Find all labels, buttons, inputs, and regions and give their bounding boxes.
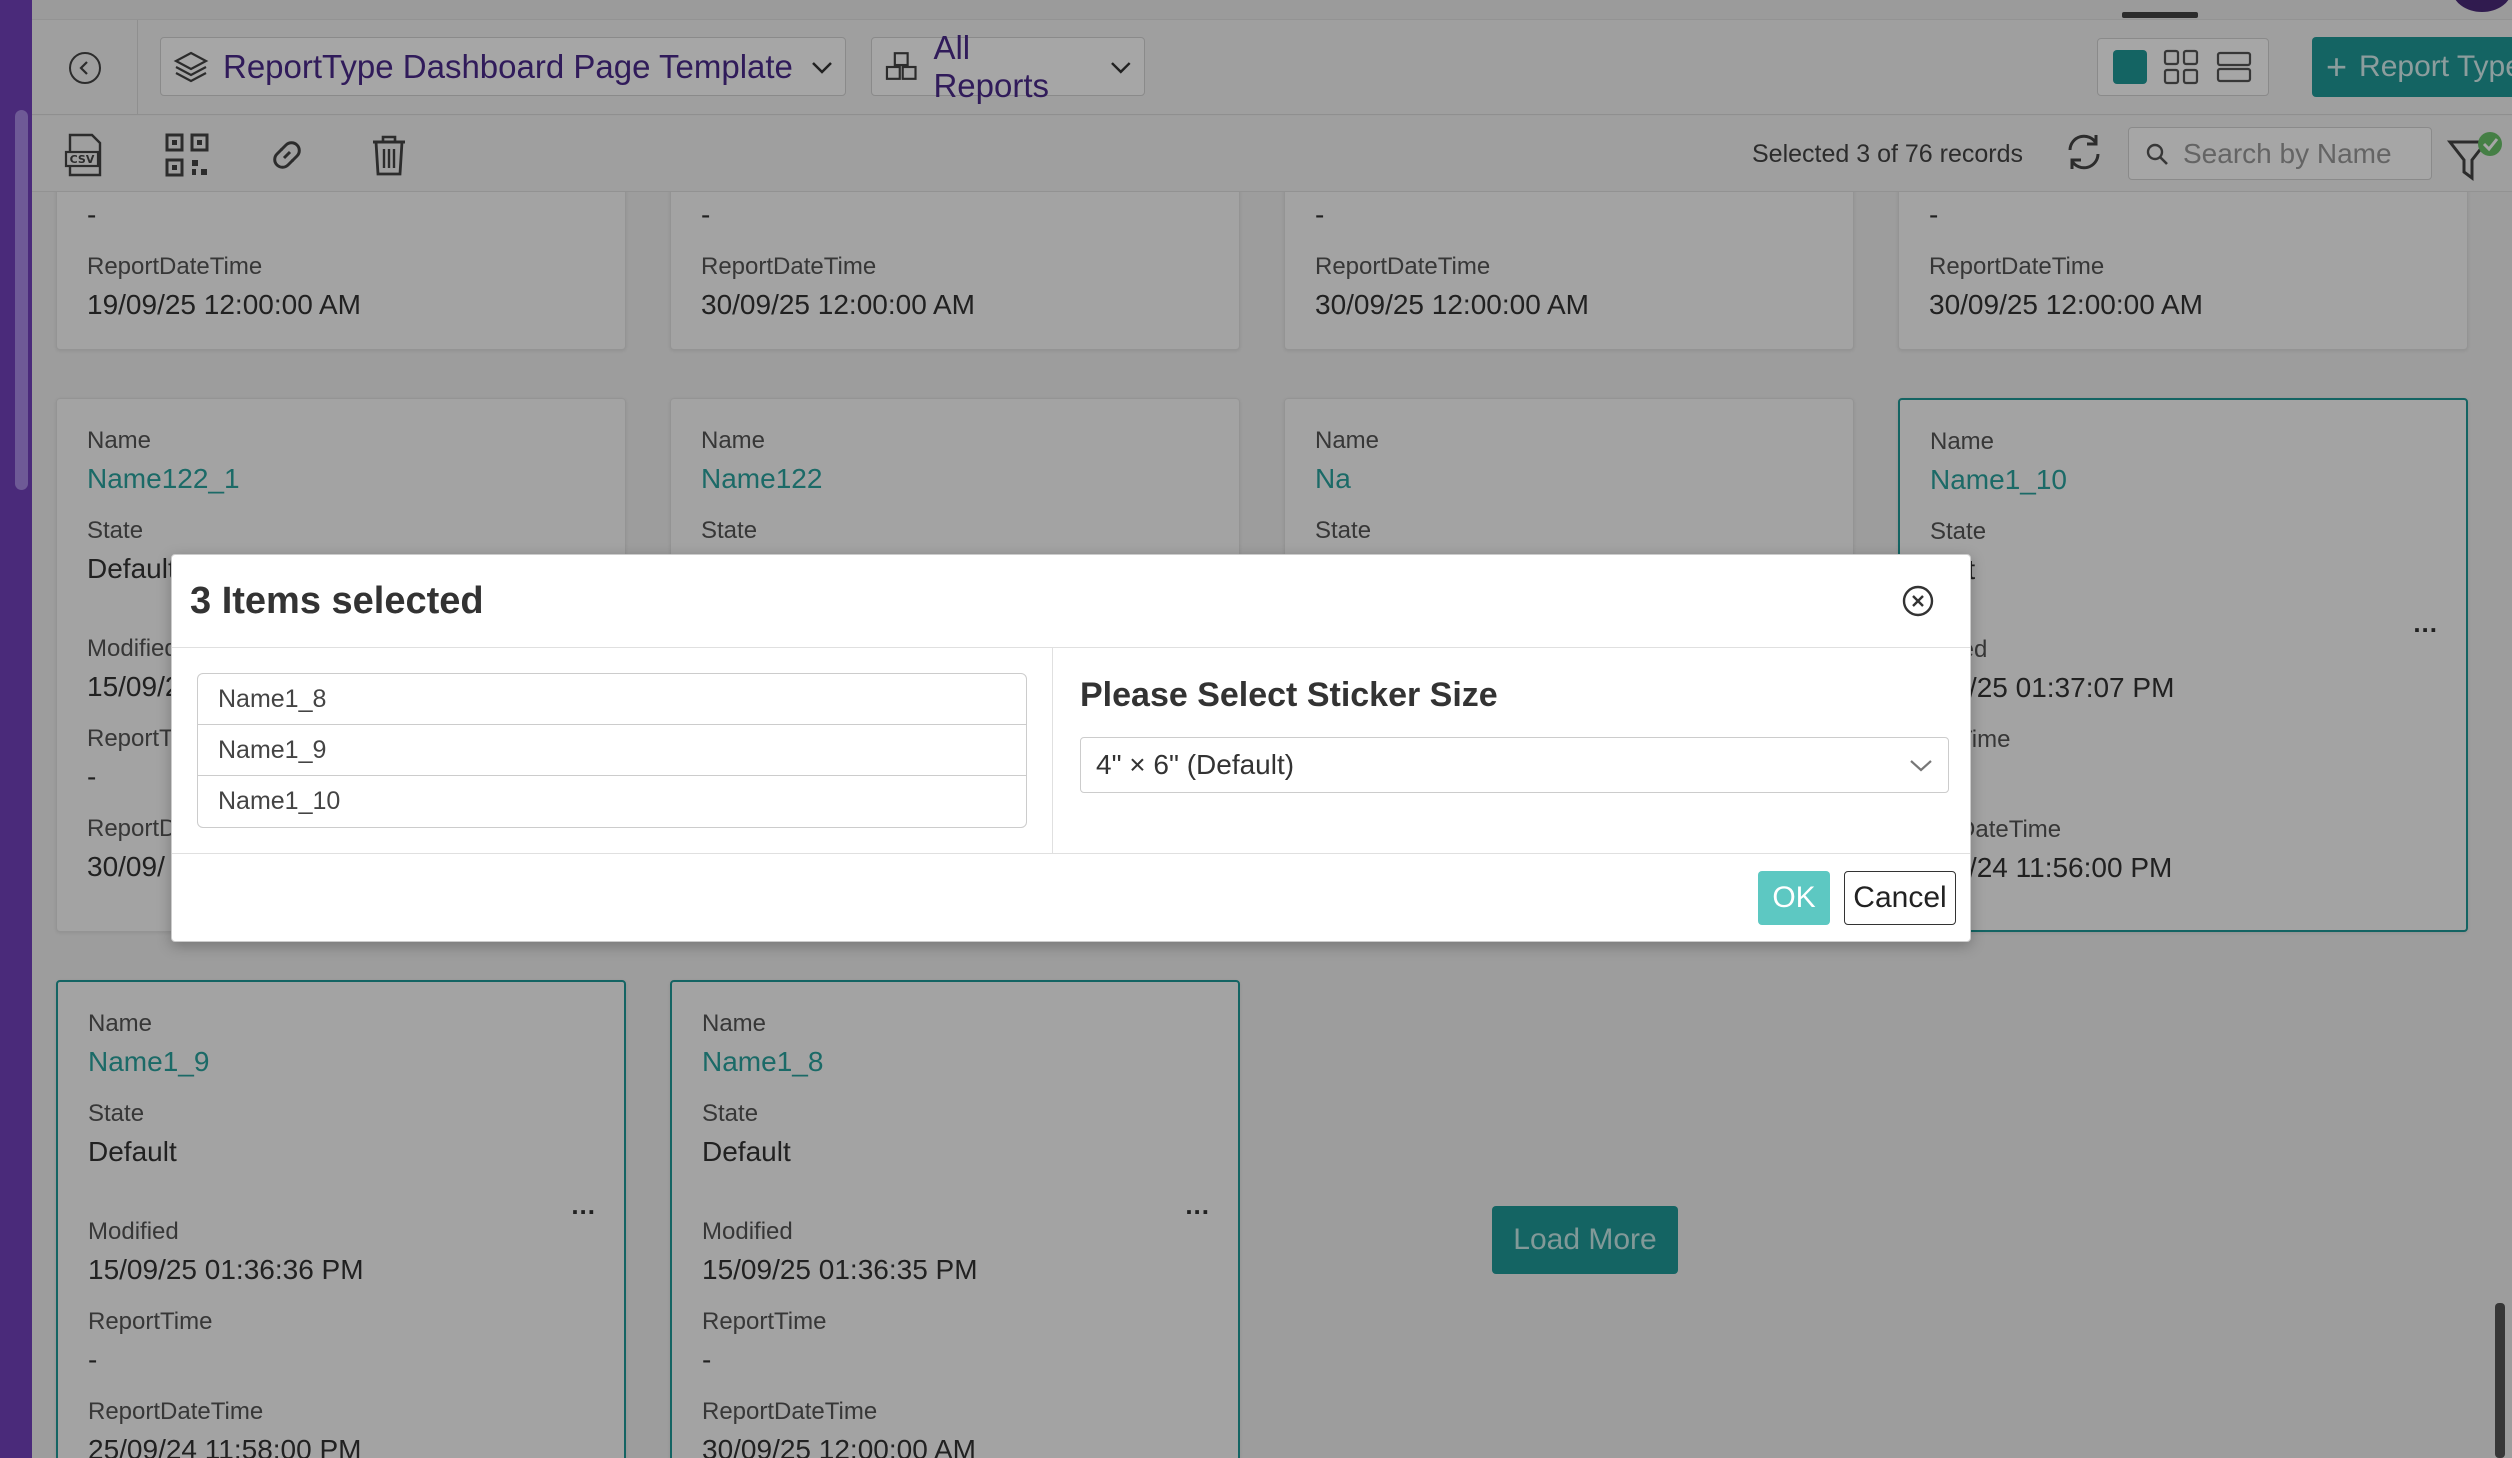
ok-button[interactable]: OK	[1758, 871, 1830, 925]
dialog-header: 3 Items selected	[172, 555, 1970, 648]
dialog-body: Name1_8 Name1_9 Name1_10 Please Select S…	[172, 648, 1970, 854]
close-icon[interactable]	[1900, 583, 1936, 619]
selected-items-list: Name1_8 Name1_9 Name1_10	[197, 673, 1027, 828]
sticker-size-panel: Please Select Sticker Size 4" × 6" (Defa…	[1053, 648, 1970, 854]
sticker-size-value: 4" × 6" (Default)	[1096, 749, 1295, 780]
chevron-down-icon	[1910, 760, 1932, 772]
list-item: Name1_9	[198, 725, 1026, 776]
cancel-button[interactable]: Cancel	[1844, 871, 1956, 925]
sticker-size-select[interactable]: 4" × 6" (Default)	[1080, 737, 1949, 793]
app-sidebar	[0, 0, 32, 1458]
list-item: Name1_8	[198, 674, 1026, 725]
list-item: Name1_10	[218, 787, 341, 815]
sidebar-scrollbar[interactable]	[15, 110, 28, 490]
sticker-size-dialog: 3 Items selected Name1_8 Name1_9 Name1_1…	[171, 554, 1971, 942]
dialog-footer: OK Cancel	[172, 854, 1970, 943]
dialog-title: 3 Items selected	[190, 579, 484, 622]
selected-items-panel: Name1_8 Name1_9 Name1_10	[172, 648, 1053, 854]
sticker-size-title: Please Select Sticker Size	[1080, 676, 1498, 714]
